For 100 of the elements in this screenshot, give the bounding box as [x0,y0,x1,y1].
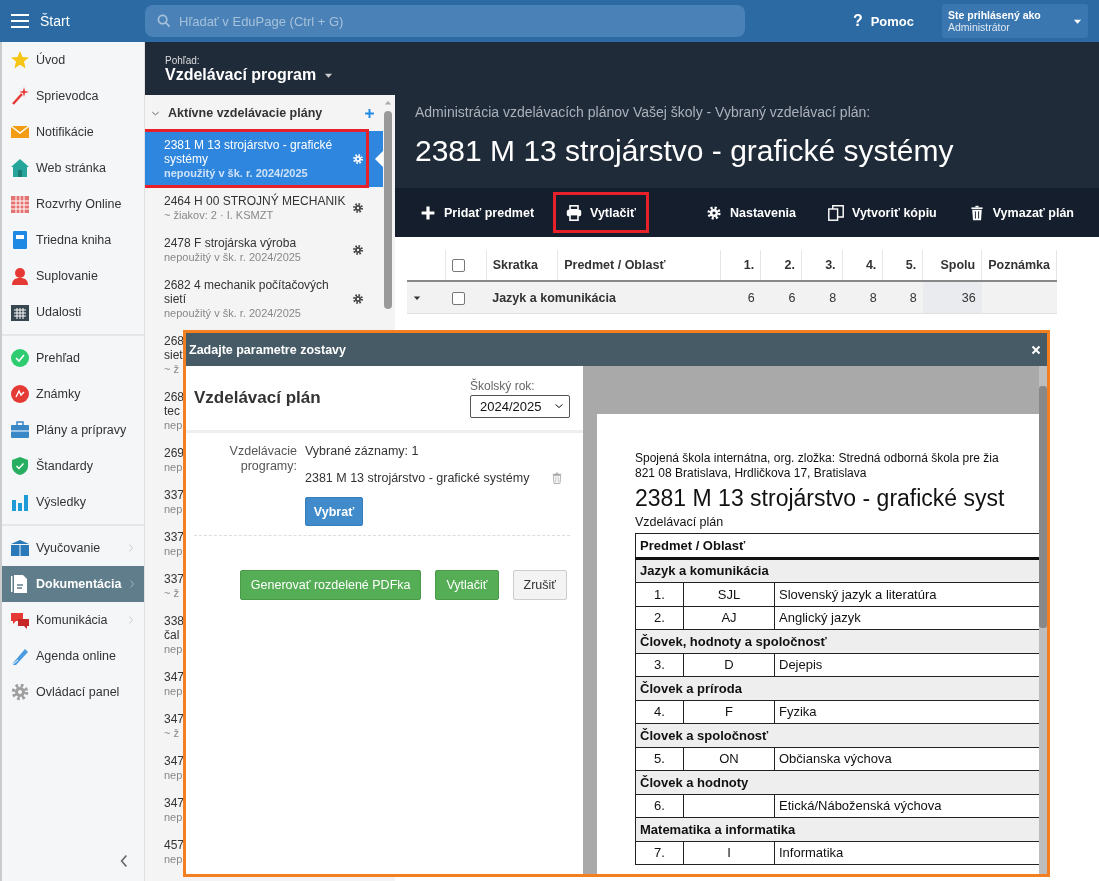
calendar-icon [10,302,30,322]
nav-item[interactable]: Prehľad [2,340,144,376]
gear-icon [706,204,722,221]
table-cell: I [683,841,775,865]
scrollbar[interactable] [383,99,393,309]
toolbar-button[interactable]: Vytvoriť kópiu [815,192,950,233]
plan-item[interactable]: 2381 M 13 strojárstvo - grafické systémy nepoužitý v šk. r. 2024/2025 [145,131,383,187]
nav-item[interactable]: Rozvrhy Online [2,186,144,222]
selected-program: 2381 M 13 strojárstvo - grafické systémy [305,471,531,485]
table-cell: Človek a hodnoty [635,770,1040,794]
nav-item[interactable]: Dokumentácia [2,566,144,602]
toolbar-button[interactable]: Vymazať plán [955,192,1087,233]
table-cell: 36 [922,281,982,314]
toolbar-button[interactable]: Pridať predmet [407,192,548,233]
shield-icon [10,456,30,476]
plan-title: tec [164,404,180,418]
table-cell: 8 [842,281,883,314]
plan-note: nep [164,544,183,558]
scrollbar[interactable] [1039,366,1047,874]
nav-item[interactable]: Ovládací panel [2,674,144,710]
nav-item[interactable]: Agenda online [2,638,144,674]
table-cell: 4. [635,700,684,724]
plan-item[interactable]: 2464 H 00 STROJNÝ MECHANIK ~ žiakov: 2 · I. KSMZT [145,187,383,229]
plan-note: nep [164,768,183,782]
table-cell: D [683,653,775,677]
table-cell: F [683,700,775,724]
gear-icon[interactable] [352,202,364,214]
cancel-button[interactable]: Zrušiť [512,570,567,600]
user-name: Administrátor [948,21,1011,33]
plan-item[interactable]: 2478 F strojárska výroba nepoužitý v šk. r. 2024/2025 [145,229,383,271]
year-dropdown[interactable]: 2024/2025 [470,394,570,418]
magic-wand-icon [10,86,30,106]
plan-note: nep [164,852,183,866]
nav-item[interactable]: Plány a prípravy [2,412,144,448]
briefcase-icon [10,420,30,440]
open-book-icon [10,538,30,558]
school-address: 821 08 Bratislava, Hrdličkova 17, Bratislava [635,466,868,481]
plan-title: 347 [164,670,185,684]
plan-title: 347 [164,796,185,810]
star-icon [10,50,30,70]
field-label: Vzdelávacie programy: [228,444,297,475]
nav-item[interactable]: Komunikácia [2,602,144,638]
expand-caret-icon[interactable] [413,293,421,302]
plan-item[interactable]: 2682 4 mechanik počítačových sietí nepoužitý v šk. r. 2024/2025 [145,271,383,327]
header-caption: Administrácia vzdelávacích plánov Vašej školy - Vybraný vzdelávací plán: [415,104,872,120]
trash-icon[interactable] [551,472,563,484]
table-cell: Človek, hodnoty a spoločnosť [635,629,1040,653]
dialog-title: Zadajte parametre zostavy [189,342,347,357]
nav-item[interactable]: Známky [2,376,144,412]
toolbar-button[interactable]: Vytlačiť [553,192,649,233]
nav-item[interactable]: Suplovanie [2,258,144,294]
gear-icon[interactable] [352,293,364,305]
plan-title: 2381 M 13 strojárstvo - grafické systémy [415,134,955,168]
user-menu[interactable]: Ste prihlásený ako Administrátor [942,4,1088,38]
bar-chart-icon [10,492,30,512]
plan-note: nep [164,502,183,516]
calendar-icon [10,194,30,214]
plan-title: 268 [164,334,185,348]
nav-item[interactable]: Web stránka [2,150,144,186]
nav-item[interactable]: Štandardy [2,448,144,484]
plan-title: 347 [164,754,185,768]
nav-item[interactable]: Úvod [2,42,144,78]
table-cell: Matematika a informatika [635,817,1040,841]
plan-title: 269 [164,446,185,460]
house-icon [10,158,30,178]
checkbox[interactable] [451,291,465,305]
nav-item[interactable]: Výsledky [2,484,144,520]
plan-note: nep [164,642,183,656]
menu-button[interactable]: Štart [0,0,145,42]
plan-title: 2682 4 mechanik počítačových sietí [164,278,330,306]
plan-note: nepoužitý v šk. r. 2024/2025 [164,306,301,320]
toolbar-button[interactable]: Nastavenia [693,192,810,233]
choose-button[interactable]: Vybrať [305,497,363,526]
nav-item[interactable]: Vyučovanie [2,530,144,566]
nav-item[interactable]: Sprievodca [2,78,144,114]
nav-item[interactable]: Triedna kniha [2,222,144,258]
table-cell: 6. [635,794,684,818]
document-subtitle: Vzdelávací plán [635,515,725,529]
table-cell: Človek a príroda [635,676,1040,700]
plan-title: siet [164,348,183,362]
dialog-heading: Vzdelávací plán [194,388,321,408]
scroll-up-icon [384,99,392,107]
table-cell: 7. [635,841,684,865]
plan-note: nepoužitý v šk. r. 2024/2025 [164,166,308,180]
document-icon [10,574,30,594]
search-field[interactable]: Hľadať v EduPage (Ctrl + G) [145,5,745,37]
checkbox[interactable] [452,259,466,273]
close-icon[interactable] [1031,344,1041,355]
plan-note: nepoužitý v šk. r. 2024/2025 [164,250,301,264]
table-cell: Jazyk a komunikácia [635,558,1040,583]
plus-icon[interactable] [364,107,375,119]
view-dropdown[interactable]: Vzdelávací program [165,66,395,84]
nav-item[interactable]: Notifikácie [2,114,144,150]
nav-item[interactable]: Udalosti [2,294,144,330]
plan-note: ~ ž [164,362,179,376]
help-button[interactable]: ? Pomoc [846,11,920,31]
section-title: Aktívne vzdelávacie plány [168,106,323,120]
plan-note: nep [164,810,183,824]
menu-icon [10,11,30,31]
gear-icon[interactable] [352,244,364,256]
